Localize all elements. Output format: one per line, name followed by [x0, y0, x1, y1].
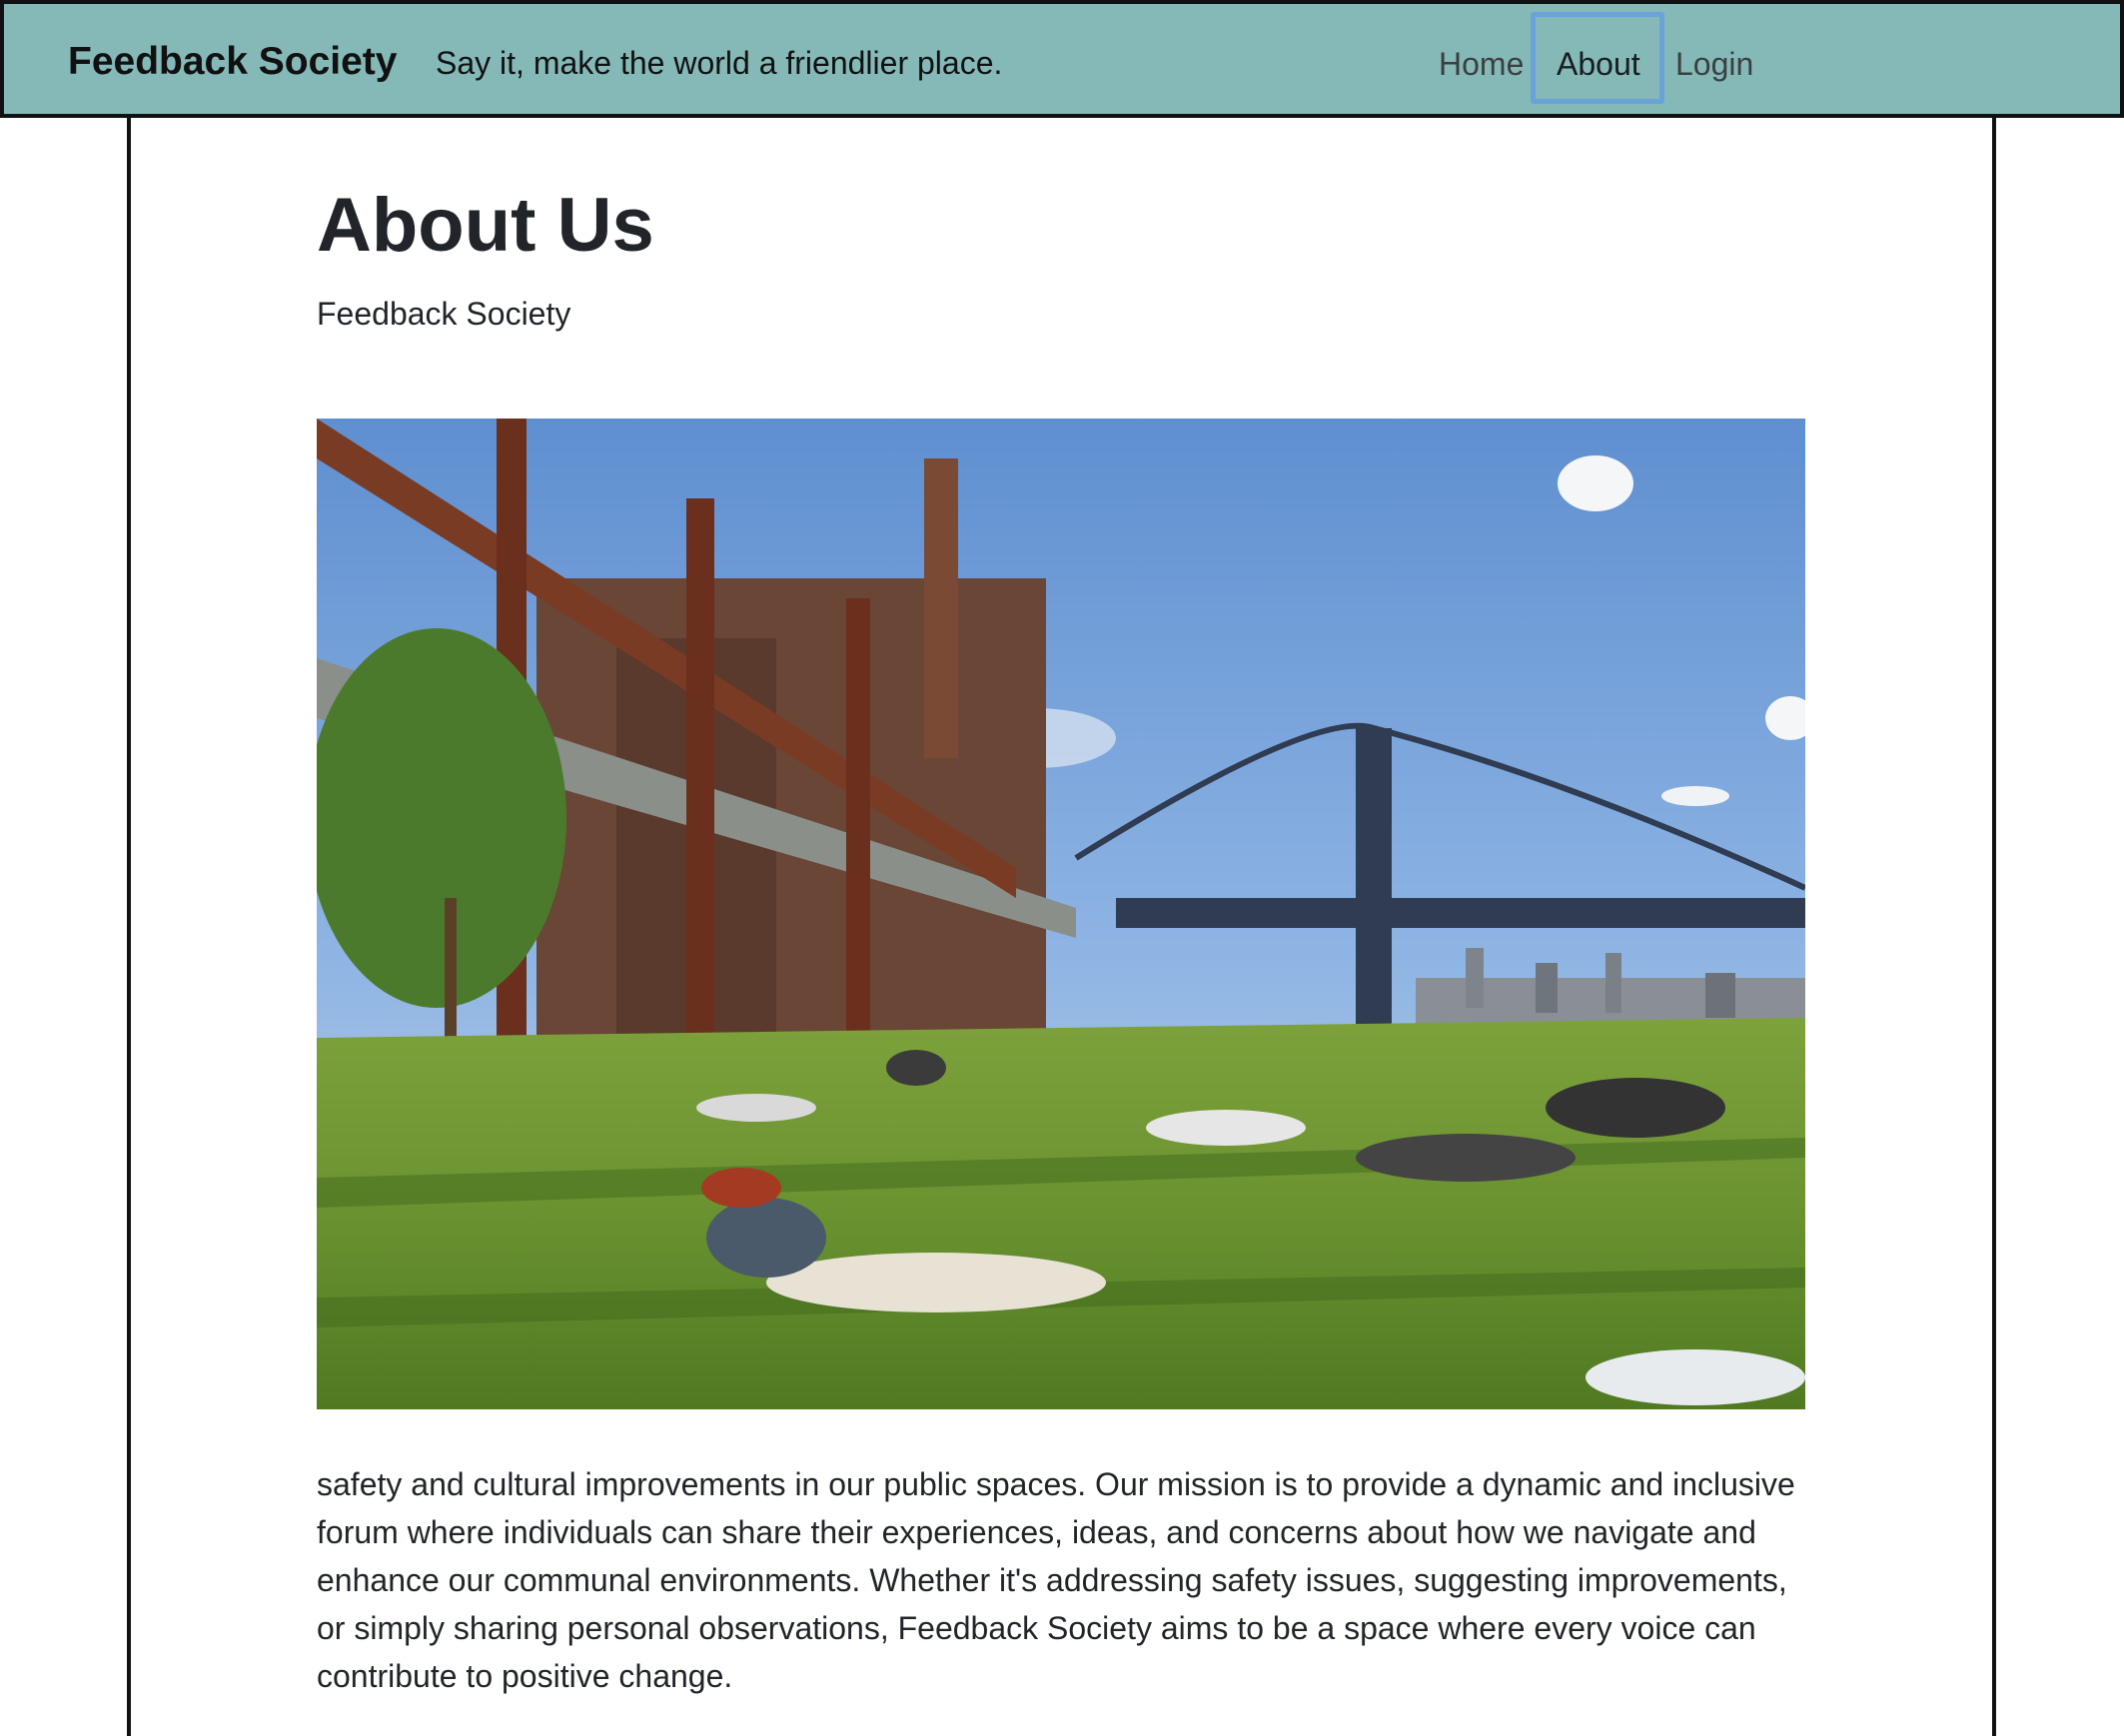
page-title: About Us — [317, 183, 654, 268]
nav-link-about[interactable]: About — [1557, 46, 1640, 83]
nav-link-login[interactable]: Login — [1675, 46, 1753, 83]
brand-link[interactable]: Feedback Society — [68, 40, 397, 84]
page-subtitle: Feedback Society — [317, 296, 571, 332]
park-photo — [317, 419, 1805, 1409]
about-body-text: safety and cultural improvements in our … — [317, 1466, 1795, 1694]
navbar: Feedback Society Say it, make the world … — [0, 0, 2124, 118]
tagline: Say it, make the world a friendlier plac… — [436, 45, 1003, 81]
nav-link-home[interactable]: Home — [1439, 46, 1524, 83]
